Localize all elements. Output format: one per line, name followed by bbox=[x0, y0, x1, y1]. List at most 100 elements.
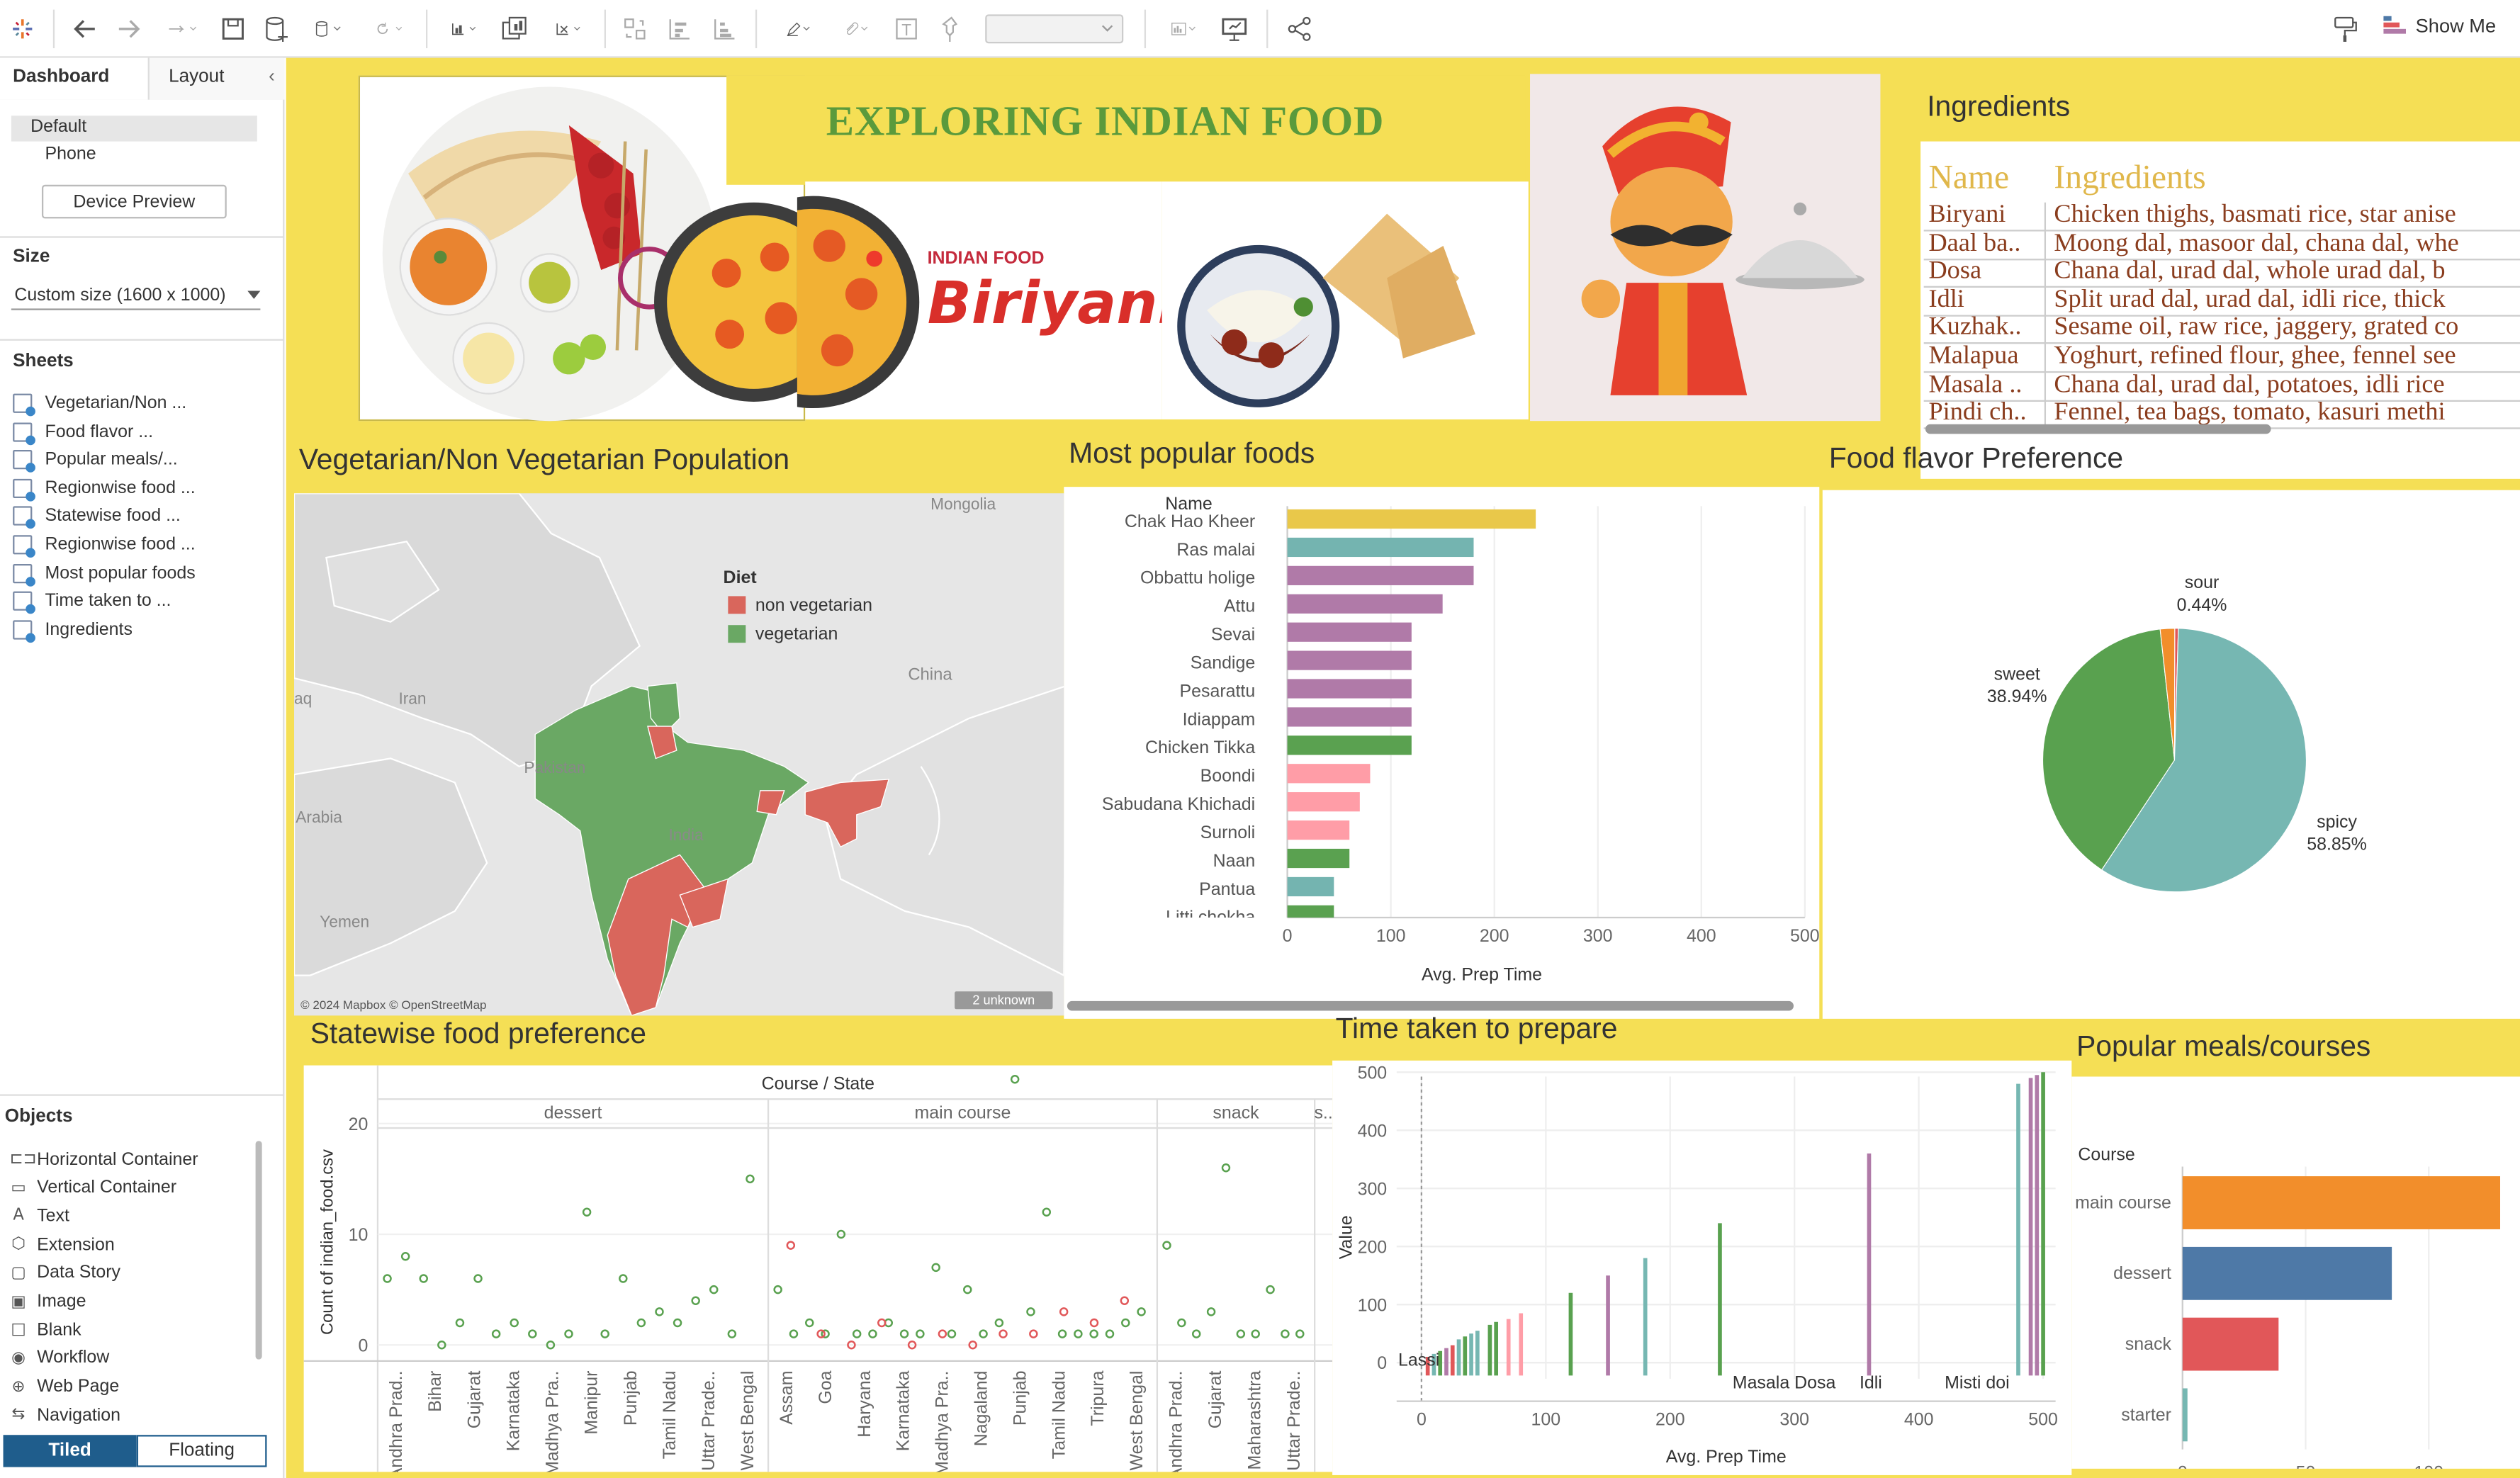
save-icon[interactable] bbox=[218, 13, 247, 45]
data-point-veg[interactable] bbox=[655, 1307, 664, 1316]
unknown-badge[interactable]: 2 unknown bbox=[955, 991, 1053, 1010]
bar[interactable] bbox=[2182, 1246, 2392, 1300]
data-point-veg[interactable] bbox=[491, 1329, 501, 1338]
floating-button[interactable]: Floating bbox=[136, 1435, 267, 1467]
bar[interactable] bbox=[1287, 679, 1412, 699]
bar[interactable] bbox=[1287, 594, 1443, 614]
duplicate-sheet-icon[interactable] bbox=[500, 13, 529, 45]
bar[interactable] bbox=[2182, 1317, 2279, 1371]
bar[interactable] bbox=[1287, 905, 1334, 925]
object-item[interactable]: ▢ Data Story bbox=[10, 1261, 120, 1285]
undo-icon[interactable] bbox=[71, 13, 100, 45]
sheet-item[interactable]: Regionwise food ... bbox=[13, 475, 196, 502]
data-point-veg[interactable] bbox=[899, 1329, 909, 1338]
bar[interactable] bbox=[1287, 876, 1334, 897]
tab-dashboard[interactable]: Dashboard bbox=[0, 57, 148, 100]
data-point-veg[interactable] bbox=[1074, 1329, 1083, 1338]
data-point-nonveg[interactable] bbox=[1089, 1318, 1099, 1328]
bar[interactable] bbox=[1287, 707, 1412, 727]
data-point-nonveg[interactable] bbox=[786, 1241, 796, 1250]
replay-animation-icon[interactable] bbox=[157, 13, 206, 45]
data-point-veg[interactable] bbox=[963, 1285, 972, 1294]
bar[interactable] bbox=[1287, 735, 1412, 755]
data-point-veg[interactable] bbox=[673, 1318, 682, 1328]
format-painter-icon[interactable] bbox=[2330, 13, 2359, 45]
sort-descending-icon[interactable] bbox=[710, 13, 739, 45]
object-item[interactable]: □ Blank bbox=[10, 1318, 81, 1342]
data-point-veg[interactable] bbox=[709, 1285, 719, 1294]
data-point-veg[interactable] bbox=[1191, 1329, 1201, 1338]
bar[interactable] bbox=[1287, 537, 1474, 558]
bar[interactable] bbox=[1287, 622, 1412, 642]
data-point-veg[interactable] bbox=[773, 1285, 782, 1294]
bar[interactable] bbox=[1287, 848, 1350, 869]
device-default[interactable]: Default bbox=[30, 118, 86, 137]
pause-updates-icon[interactable] bbox=[305, 13, 351, 45]
sheet-item[interactable]: Most popular foods bbox=[13, 560, 196, 586]
bar[interactable] bbox=[1287, 764, 1371, 784]
object-item[interactable]: ◉ Workflow bbox=[10, 1346, 109, 1370]
data-point-veg[interactable] bbox=[1042, 1207, 1052, 1217]
data-point-nonveg[interactable] bbox=[1120, 1296, 1130, 1305]
diet-map[interactable]: Mongolia China Iran Pakistan India Arabi… bbox=[294, 493, 1064, 1016]
data-point-veg[interactable] bbox=[1206, 1307, 1216, 1316]
sheet-item[interactable]: Popular meals/... bbox=[13, 447, 178, 473]
data-point-nonveg[interactable] bbox=[1029, 1329, 1038, 1338]
device-phone[interactable]: Phone bbox=[45, 145, 96, 164]
collapse-panel-icon[interactable]: ‹ bbox=[269, 58, 275, 96]
data-point-veg[interactable] bbox=[473, 1274, 483, 1283]
data-point-veg[interactable] bbox=[455, 1318, 465, 1328]
bar[interactable] bbox=[1287, 792, 1360, 812]
new-data-source-icon[interactable] bbox=[262, 13, 291, 45]
data-point-veg[interactable] bbox=[1121, 1318, 1130, 1328]
swap-axes-icon[interactable] bbox=[620, 13, 649, 45]
data-point-veg[interactable] bbox=[1236, 1329, 1246, 1338]
object-item[interactable]: ⇆ Navigation bbox=[10, 1404, 121, 1428]
object-item[interactable]: ▭ Vertical Container bbox=[10, 1175, 176, 1200]
object-item[interactable]: A Text bbox=[10, 1205, 69, 1229]
data-point-veg[interactable] bbox=[1295, 1329, 1305, 1338]
objects-scrollbar[interactable] bbox=[255, 1141, 262, 1360]
data-point-veg[interactable] bbox=[746, 1174, 755, 1184]
bar[interactable] bbox=[2182, 1176, 2501, 1229]
data-point-veg[interactable] bbox=[1026, 1307, 1035, 1316]
sheet-item[interactable]: Time taken to ... bbox=[13, 588, 171, 614]
bar[interactable] bbox=[1287, 509, 1536, 529]
group-members-icon[interactable] bbox=[833, 13, 881, 45]
data-point-veg[interactable] bbox=[1281, 1329, 1290, 1338]
data-point-veg[interactable] bbox=[400, 1252, 410, 1261]
data-point-veg[interactable] bbox=[564, 1329, 573, 1338]
data-point-veg[interactable] bbox=[619, 1274, 628, 1283]
data-point-veg[interactable] bbox=[789, 1329, 799, 1338]
data-point-veg[interactable] bbox=[1162, 1241, 1171, 1250]
data-point-veg[interactable] bbox=[691, 1296, 700, 1305]
bar[interactable] bbox=[2182, 1388, 2188, 1442]
sheet-item[interactable]: Food flavor ... bbox=[13, 419, 153, 445]
device-preview-button[interactable]: Device Preview bbox=[41, 184, 227, 219]
data-point-veg[interactable] bbox=[419, 1274, 428, 1283]
object-item[interactable]: ⬡ Extension bbox=[10, 1233, 115, 1257]
bar[interactable] bbox=[1287, 565, 1474, 585]
data-point-veg[interactable] bbox=[1137, 1307, 1146, 1316]
data-point-veg[interactable] bbox=[383, 1274, 392, 1283]
object-item[interactable]: ▣ Image bbox=[10, 1290, 86, 1314]
data-point-veg[interactable] bbox=[1221, 1163, 1231, 1173]
highlight-icon[interactable] bbox=[775, 13, 823, 45]
sheet-item[interactable]: Regionwise food ... bbox=[13, 532, 196, 558]
object-item[interactable]: ⊏⊐ Horizontal Container bbox=[10, 1147, 198, 1171]
sheet-item[interactable]: Vegetarian/Non ... bbox=[13, 390, 186, 417]
redo-icon[interactable] bbox=[114, 13, 143, 45]
data-point-veg[interactable] bbox=[600, 1329, 609, 1338]
fit-dropdown[interactable] bbox=[985, 14, 1124, 44]
data-point-veg[interactable] bbox=[931, 1263, 940, 1273]
data-point-nonveg[interactable] bbox=[1059, 1307, 1069, 1316]
popular-foods-hscroll[interactable] bbox=[1067, 1000, 1794, 1011]
data-point-veg[interactable] bbox=[1010, 1075, 1020, 1084]
fix-axes-icon[interactable] bbox=[937, 13, 966, 45]
bar[interactable] bbox=[1287, 820, 1350, 840]
share-icon[interactable] bbox=[1286, 13, 1315, 45]
data-point-veg[interactable] bbox=[528, 1329, 537, 1338]
tiled-button[interactable]: Tiled bbox=[3, 1435, 137, 1467]
sheet-item[interactable]: Ingredients bbox=[13, 616, 133, 643]
clear-sheet-icon[interactable] bbox=[544, 13, 595, 45]
